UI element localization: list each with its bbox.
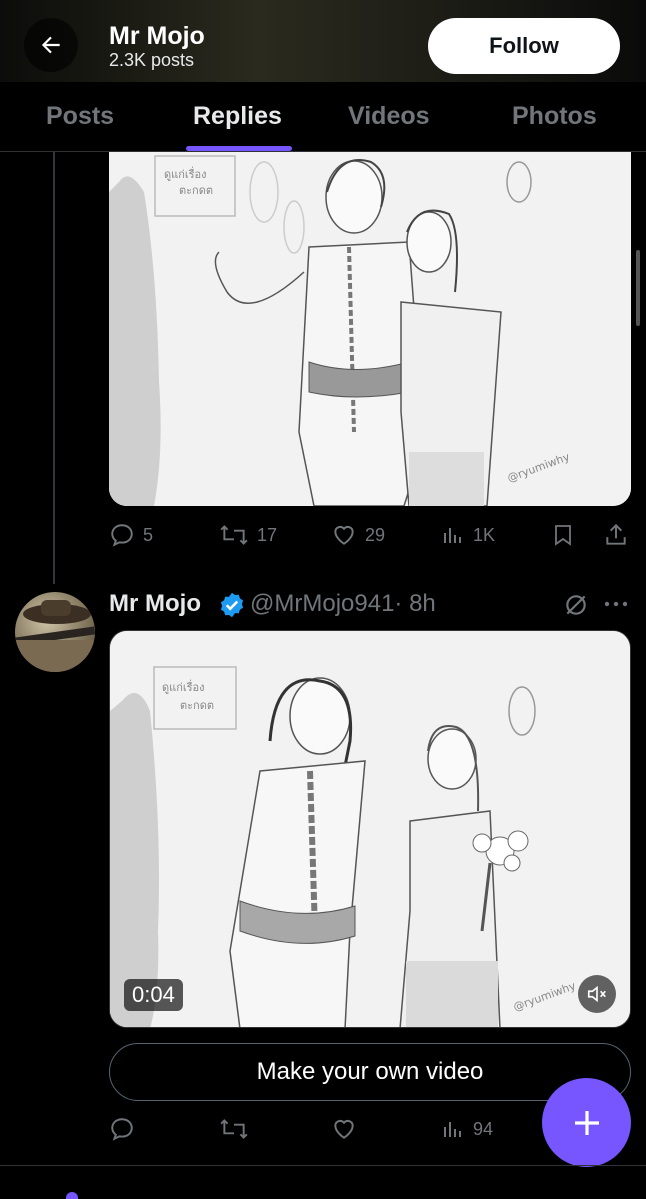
post-actions: 5 17 29 1K	[109, 522, 634, 556]
share-icon	[606, 523, 626, 545]
author-name[interactable]: Mr Mojo	[109, 590, 201, 618]
reply-count: 5	[143, 524, 154, 545]
author-handle-time: @MrMojo941· 8h	[250, 590, 436, 618]
post-time: · 8h	[394, 590, 436, 617]
profile-name: Mr Mojo	[109, 22, 205, 50]
tab-videos[interactable]: Videos	[348, 102, 430, 131]
verified-icon	[220, 592, 244, 618]
reply-icon	[111, 524, 133, 547]
next-post-peek	[66, 1192, 78, 1199]
reply-button[interactable]	[109, 1116, 135, 1142]
sketch-illustration: ดูแก่เรื่อง ตะกดต @ryumiwhy	[110, 631, 630, 1027]
active-tab-indicator	[186, 146, 292, 151]
like-icon	[334, 1119, 354, 1139]
avatar[interactable]	[15, 592, 95, 672]
author-handle[interactable]: @MrMojo941	[250, 590, 394, 617]
post-image[interactable]: ดูแก่เรื่อง ตะกดต @ryumiwhy	[109, 152, 631, 506]
views-icon	[444, 528, 461, 543]
sketch-note: ตะกดต	[179, 184, 213, 197]
share-button[interactable]	[603, 522, 629, 548]
views-count: 94	[473, 1118, 494, 1139]
reply-button[interactable]: 5	[109, 522, 153, 548]
sketch-illustration: ดูแก่เรื่อง ตะกดต @ryumiwhy	[109, 152, 631, 506]
grok-icon[interactable]	[563, 592, 589, 618]
repost-icon	[220, 1119, 248, 1139]
like-icon	[334, 525, 354, 545]
scrollbar[interactable]	[636, 250, 640, 326]
mute-button[interactable]	[578, 975, 616, 1013]
more-icon[interactable]	[604, 600, 628, 608]
mute-icon	[587, 985, 606, 1003]
post-count: 2.3K posts	[109, 50, 195, 70]
video-duration: 0:04	[124, 979, 183, 1011]
thread-line	[53, 152, 55, 584]
reply-icon	[111, 1118, 133, 1141]
post-divider	[0, 1165, 646, 1166]
bookmark-button[interactable]	[551, 522, 575, 548]
views-icon	[444, 1122, 461, 1137]
tab-replies[interactable]: Replies	[193, 102, 282, 131]
repost-button[interactable]: 17	[219, 522, 277, 548]
sketch-note: ดูแก่เรื่อง	[164, 166, 207, 181]
sketch-note: ดูแก่เรื่อง	[162, 679, 205, 694]
views-button[interactable]: 94	[441, 1116, 493, 1142]
repost-button[interactable]	[219, 1116, 249, 1142]
views-button[interactable]: 1K	[441, 522, 495, 548]
repost-count: 17	[257, 524, 278, 545]
bookmark-icon	[555, 525, 571, 546]
compose-button[interactable]	[542, 1078, 631, 1167]
like-button[interactable]: 29	[331, 522, 385, 548]
back-arrow-icon	[41, 36, 60, 54]
repost-icon	[220, 525, 248, 545]
profile-tabs: Posts Replies Videos Photos	[0, 82, 646, 152]
avatar-image	[15, 600, 95, 672]
like-count: 29	[365, 524, 386, 545]
tab-posts[interactable]: Posts	[46, 102, 114, 131]
like-button[interactable]	[331, 1116, 357, 1142]
post-video[interactable]: ดูแก่เรื่อง ตะกดต @ryumiwhy 0:04	[109, 630, 631, 1028]
tab-photos[interactable]: Photos	[512, 102, 597, 131]
back-button[interactable]	[24, 18, 78, 72]
profile-header: Mr Mojo 2.3K posts Follow	[0, 0, 646, 82]
plus-icon	[574, 1110, 599, 1135]
sketch-note: ตะกดต	[180, 699, 214, 712]
follow-button[interactable]: Follow	[428, 18, 620, 74]
views-count: 1K	[473, 524, 496, 545]
